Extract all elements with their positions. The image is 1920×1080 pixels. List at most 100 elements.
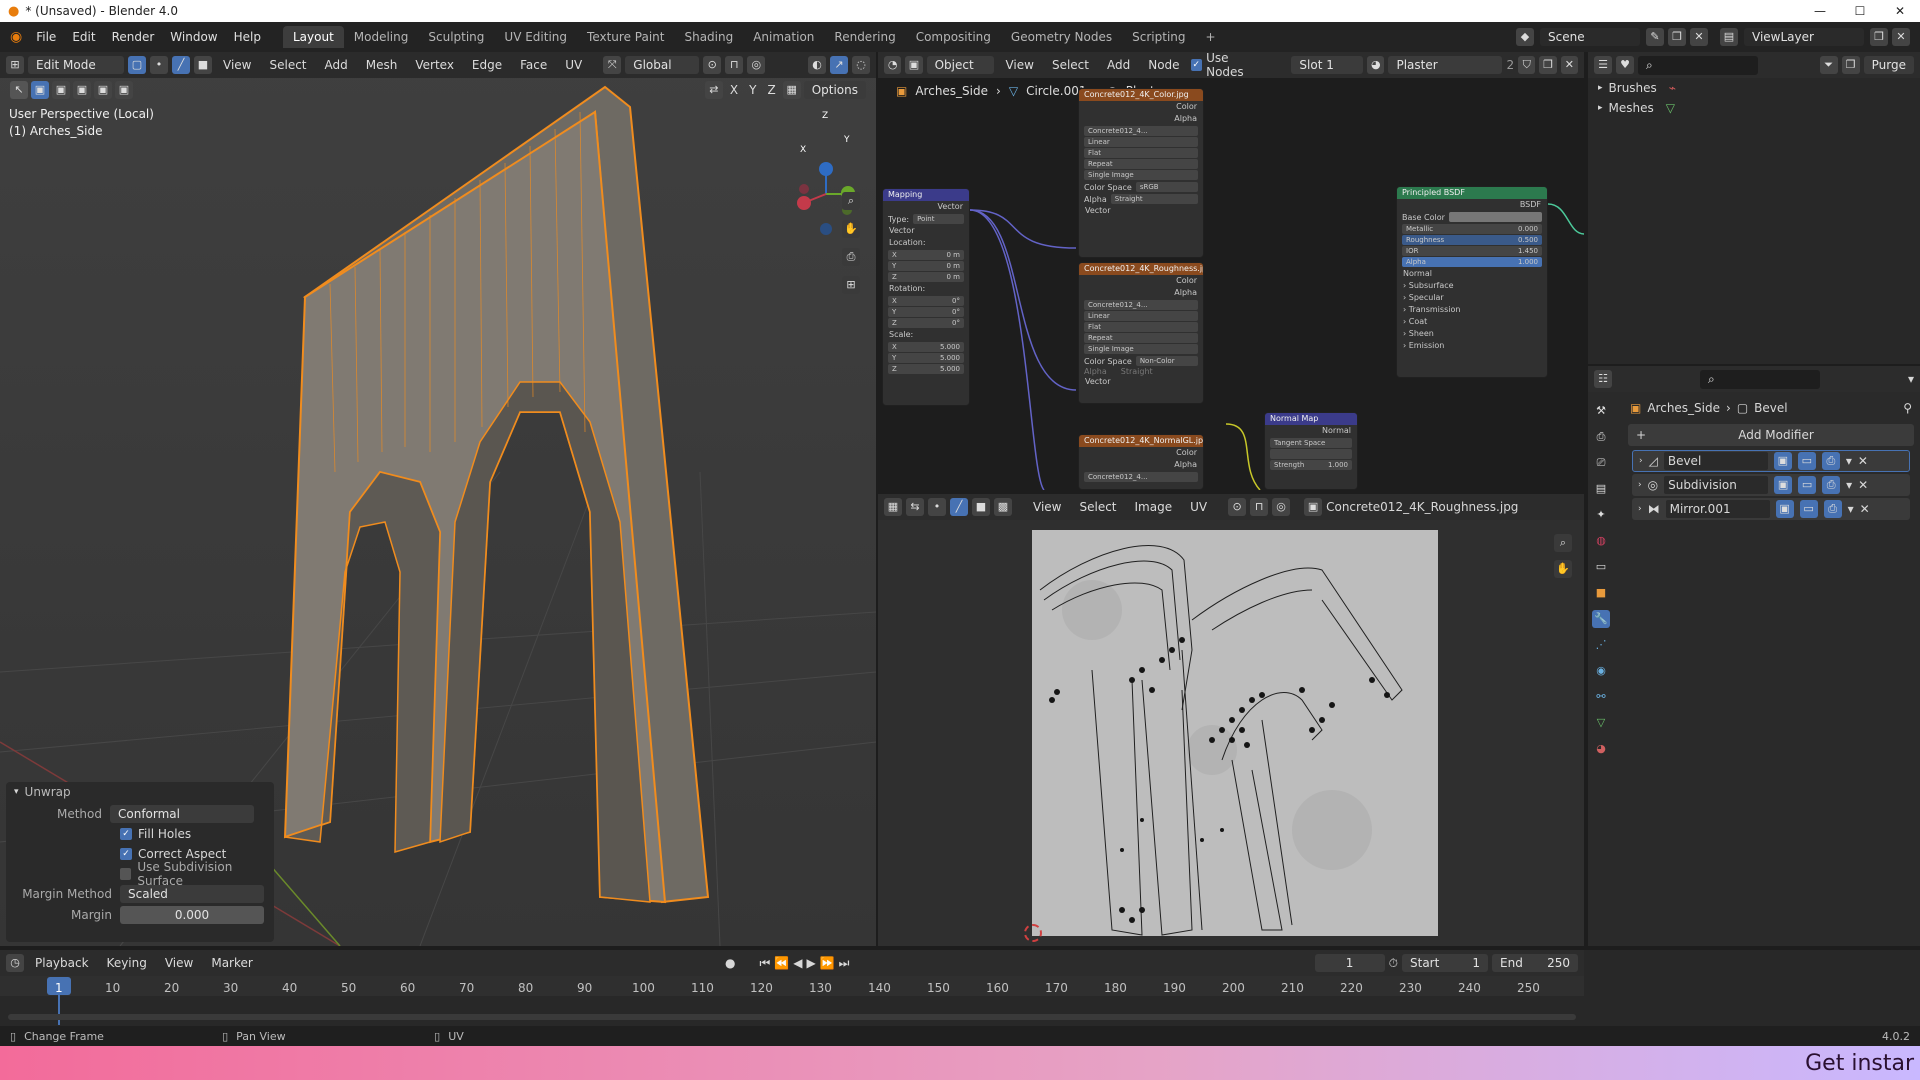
select-tool-icon[interactable]: ↖ <box>10 81 28 99</box>
tab-modeling[interactable]: Modeling <box>344 26 419 48</box>
mesh-options-icon[interactable]: ▦ <box>782 81 801 99</box>
modifier-name-subdivision[interactable]: Subdivision <box>1664 476 1769 494</box>
timeline-menu-playback[interactable]: Playback <box>28 954 96 972</box>
pan-hand-icon[interactable]: ✋ <box>842 220 860 238</box>
view-layer-selector[interactable]: ViewLayer <box>1744 28 1864 46</box>
new-scene-icon[interactable]: ❐ <box>1668 28 1686 46</box>
shader-editor[interactable]: ◔ ▣ Object View Select Add Node ✓ Use No… <box>878 52 1584 490</box>
viewport-menu-add[interactable]: Add <box>318 56 355 74</box>
panel-transmission[interactable]: › Transmission <box>1397 304 1547 316</box>
location-x-field[interactable]: X0 m <box>888 250 964 260</box>
prev-key-icon[interactable]: ⏪ <box>774 956 789 970</box>
principled-bsdf-node[interactable]: Principled BSDF BSDF Base Color Metallic… <box>1396 186 1548 378</box>
pin-icon[interactable]: ⚲ <box>1903 401 1912 415</box>
current-frame-field[interactable]: 1 <box>1314 954 1385 972</box>
tab-rendering[interactable]: Rendering <box>824 26 905 48</box>
chevron-down-icon[interactable]: ▾ <box>1848 502 1854 516</box>
perspective-grid-icon[interactable]: ⊞ <box>842 276 860 294</box>
viewport-menu-select[interactable]: Select <box>262 56 313 74</box>
menu-help[interactable]: Help <box>226 30 269 44</box>
tex1-alpha-mode-dropdown[interactable]: Straight <box>1110 194 1198 204</box>
render-toggle-icon[interactable]: ⎙ <box>1822 476 1841 494</box>
viewport-menu-uv[interactable]: UV <box>558 56 589 74</box>
uv-menu-select[interactable]: Select <box>1072 498 1123 516</box>
normal-map-node[interactable]: Normal Map Normal Tangent Space Strength… <box>1264 412 1358 490</box>
transform-orientation-selector[interactable]: Global <box>625 56 700 74</box>
method-dropdown[interactable]: Conformal <box>110 805 254 823</box>
pin-scene-icon[interactable]: ✎ <box>1646 28 1664 46</box>
modifier-name-bevel[interactable]: Bevel <box>1663 452 1768 470</box>
menu-edit[interactable]: Edit <box>64 30 103 44</box>
uv-zoom-icon[interactable]: ⌕ <box>1554 534 1572 552</box>
edit-mode-toggle-icon[interactable]: ▣ <box>1775 500 1794 518</box>
object-tab-icon[interactable]: ■ <box>1592 584 1610 602</box>
uv-editor-type-icon[interactable]: ▦ <box>884 498 902 516</box>
color-texture-node-header[interactable]: Concrete012_4K_Color.jpg <box>1079 89 1203 101</box>
mode-selector[interactable]: Edit Mode <box>28 56 124 74</box>
modifier-name-mirror[interactable]: Mirror.001 <box>1665 500 1770 518</box>
remove-scene-icon[interactable]: ✕ <box>1690 28 1708 46</box>
gizmo-toggle-icon[interactable]: ↗ <box>830 56 848 74</box>
banner-text[interactable]: Get instar <box>1805 1051 1920 1076</box>
chevron-down-icon[interactable]: ▾ <box>1846 454 1852 468</box>
outliner-item-brushes[interactable]: ▸ Brushes ⌁ <box>1588 78 1920 98</box>
timeline-menu-view[interactable]: View <box>158 954 200 972</box>
mirror-x-toggle[interactable]: X <box>726 82 742 98</box>
viewport-toggle-icon[interactable]: ▭ <box>1799 500 1818 518</box>
rotation-x-field[interactable]: X 0° <box>888 296 964 306</box>
modifier-mirror[interactable]: › ⧓ Mirror.001 ▣ ▭ ⎙ ▾ ✕ <box>1632 498 1910 520</box>
uv-texture-canvas[interactable] <box>1032 530 1438 936</box>
play-icon[interactable]: ▶ <box>806 956 815 970</box>
uv-pivot-icon[interactable]: ⊙ <box>1228 498 1247 516</box>
maximize-button[interactable]: ☐ <box>1840 4 1880 18</box>
add-modifier-button[interactable]: + Add Modifier <box>1628 424 1914 446</box>
add-workspace-button[interactable]: + <box>1196 26 1226 48</box>
tex1-extension-dropdown[interactable]: Repeat <box>1084 159 1198 169</box>
record-icon[interactable]: ● <box>725 956 735 970</box>
view-layer-tab-icon[interactable]: ▤ <box>1592 480 1610 498</box>
expand-arrow-icon[interactable]: › <box>1638 480 1642 490</box>
tab-uv-editing[interactable]: UV Editing <box>494 26 577 48</box>
tex2-image-selector[interactable]: Concrete012_4... <box>1084 300 1198 310</box>
panel-coat[interactable]: › Coat <box>1397 316 1547 328</box>
expand-arrow-icon[interactable]: › <box>1639 456 1643 466</box>
tex3-image-selector[interactable]: Concrete012_4... <box>1084 472 1198 482</box>
options-dropdown[interactable]: Options <box>803 81 866 99</box>
uv-pan-hand-icon[interactable]: ✋ <box>1554 560 1572 578</box>
viewport-menu-view[interactable]: View <box>216 56 258 74</box>
panel-emission[interactable]: › Emission <box>1397 340 1547 352</box>
rotation-z-field[interactable]: Z 0° <box>888 318 964 328</box>
scene-icon[interactable]: ◆ <box>1516 28 1534 46</box>
viewport-menu-face[interactable]: Face <box>513 56 554 74</box>
modifier-subdivision[interactable]: › ◎ Subdivision ▣ ▭ ⎙ ▾ ✕ <box>1632 474 1910 496</box>
uv-editor[interactable]: ▦ ⇆ • ╱ ■ ▩ View Select Image UV ⊙ ⊓ ◎ ▣… <box>878 494 1584 946</box>
edit-mode-toggle-icon[interactable]: ▣ <box>1773 452 1792 470</box>
uv-face-mode-icon[interactable]: ■ <box>972 498 990 516</box>
outliner-type-icon[interactable]: ☰ <box>1594 56 1612 74</box>
ior-field[interactable]: IOR 1.450 <box>1402 246 1542 256</box>
uv-proportional-icon[interactable]: ◎ <box>1272 498 1291 516</box>
remove-view-layer-icon[interactable]: ✕ <box>1892 28 1910 46</box>
new-collection-icon[interactable]: ❐ <box>1841 56 1860 74</box>
timeline-menu-marker[interactable]: Marker <box>204 954 259 972</box>
viewport-toggle-icon[interactable]: ▭ <box>1797 452 1816 470</box>
location-z-field[interactable]: Z0 m <box>888 272 964 282</box>
image-browse-icon[interactable]: ▣ <box>1304 498 1323 516</box>
outliner-mode-icon[interactable]: ♥ <box>1616 56 1634 74</box>
menu-render[interactable]: Render <box>104 30 163 44</box>
uv-island-mode-icon[interactable]: ▩ <box>994 498 1012 516</box>
purge-button[interactable]: Purge <box>1863 56 1914 74</box>
particles-tab-icon[interactable]: ⋰ <box>1592 636 1610 654</box>
base-color-swatch[interactable] <box>1448 212 1542 222</box>
scale-x-field[interactable]: X 5.000 <box>888 342 964 352</box>
new-view-layer-icon[interactable]: ❐ <box>1870 28 1888 46</box>
margin-method-dropdown[interactable]: Scaled <box>120 885 264 903</box>
tex2-projection-dropdown[interactable]: Flat <box>1084 322 1198 332</box>
select-subtract-icon[interactable]: ▣ <box>73 81 91 99</box>
uv-menu-uv[interactable]: UV <box>1183 498 1214 516</box>
tex2-source-dropdown[interactable]: Single Image <box>1084 344 1198 354</box>
jump-start-icon[interactable]: ⏮ <box>759 956 770 971</box>
outliner-item-meshes[interactable]: ▸ Meshes ▽ <box>1588 98 1920 118</box>
tex2-color-space-dropdown[interactable]: Non-Color <box>1135 356 1198 366</box>
margin-field[interactable]: 0.000 <box>120 906 264 924</box>
